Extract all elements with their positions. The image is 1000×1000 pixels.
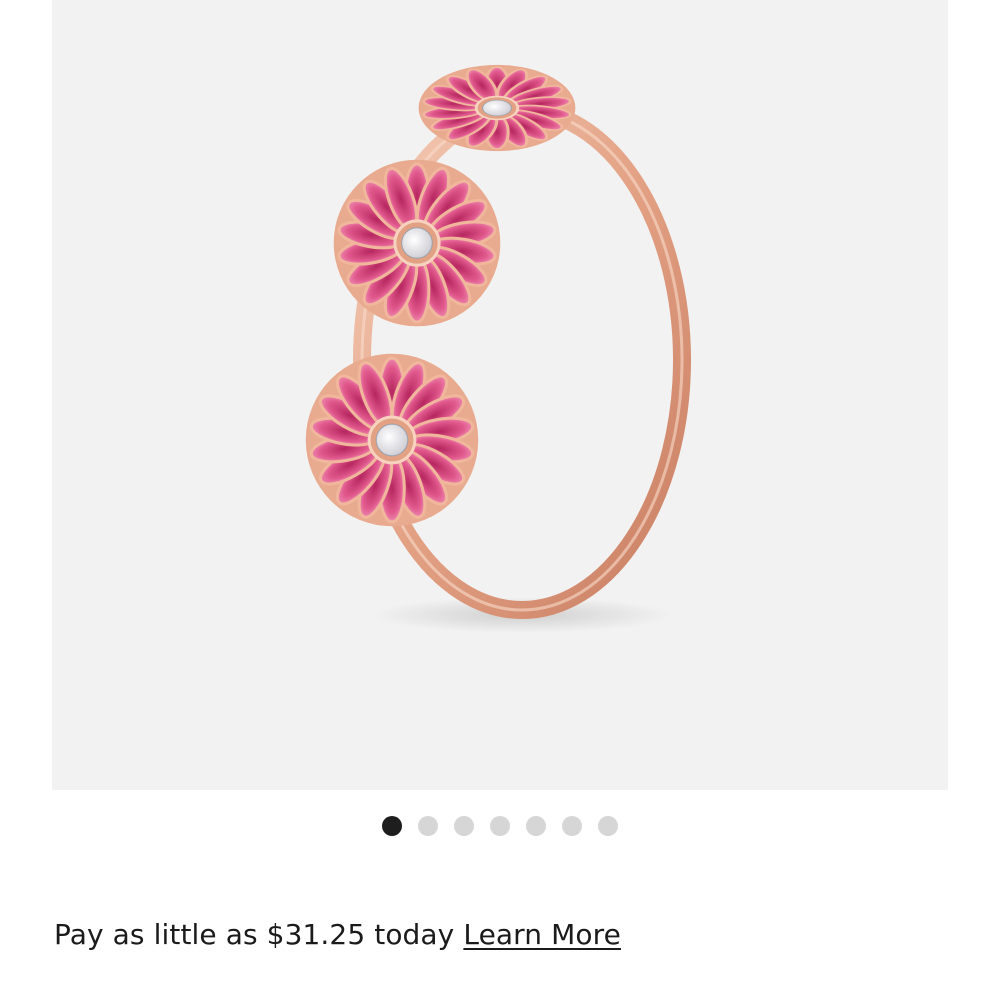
chevron-right-icon[interactable]: [940, 337, 948, 397]
product-image: [305, 64, 691, 633]
carousel-dot-3[interactable]: [454, 816, 474, 836]
learn-more-link[interactable]: Learn More: [463, 918, 621, 951]
carousel-pagination: [0, 816, 1000, 836]
carousel-dot-7[interactable]: [598, 816, 618, 836]
daisy-flower: [418, 64, 576, 152]
payment-promo-text: Pay as little as $31.25 today: [54, 918, 455, 951]
daisy-flower: [305, 353, 479, 527]
payment-promo: Pay as little as $31.25 today Learn More: [54, 918, 621, 951]
carousel-dot-6[interactable]: [562, 816, 582, 836]
daisy-flower: [333, 159, 501, 327]
carousel-dot-2[interactable]: [418, 816, 438, 836]
product-image-gallery[interactable]: [52, 0, 948, 790]
carousel-dot-1[interactable]: [382, 816, 402, 836]
carousel-dot-4[interactable]: [490, 816, 510, 836]
carousel-dot-5[interactable]: [526, 816, 546, 836]
